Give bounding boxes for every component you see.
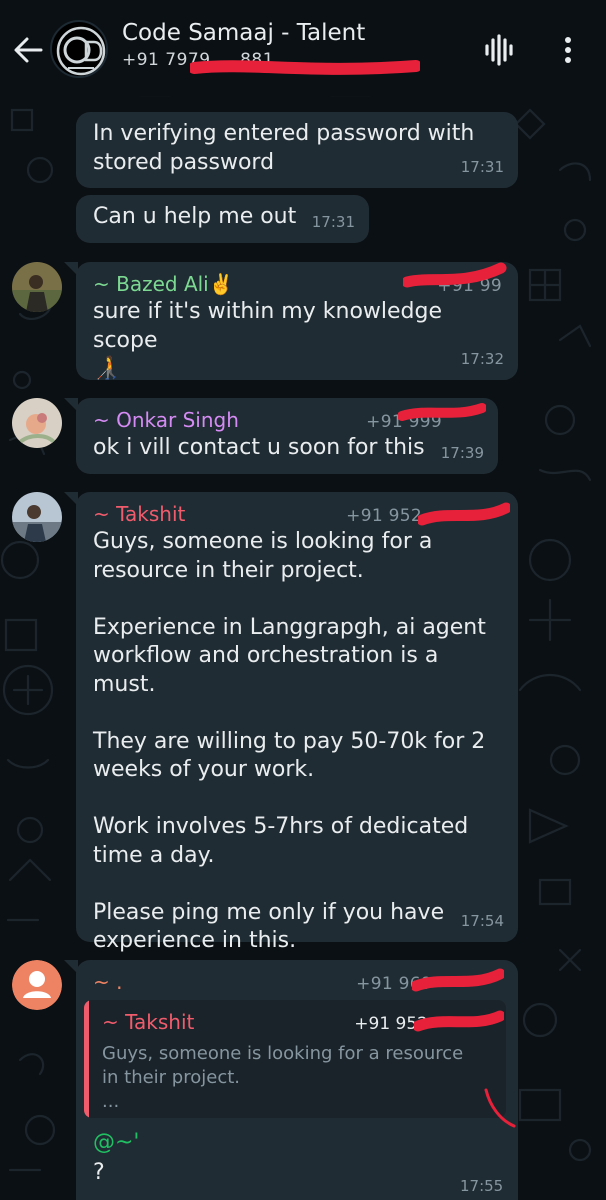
chat-header: Code Samaaj - Talent +91 7979 ... 881... <box>0 0 606 96</box>
quote-header: ~ Takshit +91 952 <box>102 1010 498 1034</box>
voice-chat-button[interactable] <box>481 32 517 68</box>
sender-name[interactable]: ~ Onkar Singh <box>93 406 239 435</box>
sender-avatar[interactable] <box>12 492 62 542</box>
quote-text: Guys, someone is looking for a resource … <box>102 1043 464 1112</box>
message-bubble[interactable]: In verifying entered password with store… <box>76 112 518 188</box>
chat-title: Code Samaaj - Talent <box>122 20 366 46</box>
sender-row: ~ Takshit +91 952 <box>93 500 502 528</box>
chat-screen: Code Samaaj - Talent +91 7979 ... 881...… <box>0 0 606 1200</box>
more-options-button[interactable] <box>552 32 584 68</box>
profile-photo <box>12 262 62 312</box>
mention-text[interactable]: @~' <box>93 1130 139 1155</box>
audio-wave-icon <box>485 34 513 66</box>
message-time: 17:31 <box>311 212 355 231</box>
code-samaaj-logo-icon <box>56 26 106 76</box>
sender-row: ~ Bazed Ali✌️ +91 99 <box>93 270 502 298</box>
message-bubble[interactable]: ~ Takshit +91 952 Guys, someone is looki… <box>76 492 518 953</box>
sender-phone: +91 99 <box>437 276 502 296</box>
message-text: ? <box>93 1160 105 1185</box>
quote-accent-bar <box>84 1000 89 1118</box>
more-vertical-icon <box>565 37 571 63</box>
message-time: 17:55 <box>460 1177 504 1195</box>
sender-row: ~ Onkar Singh +91 999 <box>93 406 482 434</box>
profile-photo <box>12 398 62 448</box>
quoted-message[interactable]: ~ Takshit +91 952 Guys, someone is looki… <box>84 1000 506 1118</box>
back-arrow-icon <box>14 37 43 63</box>
default-avatar-icon <box>12 960 62 1010</box>
message-text: In verifying entered password with store… <box>93 121 475 175</box>
sender-row: ~ . +91 969 <box>93 968 502 996</box>
message-bubble[interactable]: ~ Onkar Singh +91 999 ok i vill contact … <box>76 398 498 474</box>
message-time: 17:31 <box>460 157 504 176</box>
profile-photo <box>12 492 62 542</box>
message-bubble[interactable]: Can u help me out 17:31 <box>76 195 369 243</box>
message-bubble[interactable]: ~ Bazed Ali✌️ +91 99 sure if it's within… <box>76 262 518 381</box>
sender-avatar[interactable] <box>12 262 62 312</box>
sender-avatar[interactable] <box>12 960 62 1010</box>
sender-name[interactable]: ~ Takshit <box>93 500 185 529</box>
quote-sender: ~ Takshit <box>102 1010 195 1034</box>
message-text: Guys, someone is looking for a resource … <box>93 529 486 953</box>
sender-phone: +91 999 <box>366 412 442 432</box>
sender-avatar[interactable] <box>12 398 62 448</box>
chat-title-block[interactable]: Code Samaaj - Talent +91 7979 ... 881... <box>122 20 472 70</box>
sender-name[interactable]: ~ . <box>93 968 122 997</box>
sender-name[interactable]: ~ Bazed Ali✌️ <box>93 270 234 299</box>
sender-phone: +91 969 <box>356 974 432 994</box>
message-time: 17:39 <box>440 443 484 462</box>
message-text: ok i vill contact u soon for this <box>93 435 425 460</box>
quote-phone: +91 952 <box>354 1014 428 1034</box>
group-avatar[interactable] <box>50 20 108 78</box>
message-time: 17:54 <box>460 911 504 930</box>
message-time: 17:32 <box>460 349 504 368</box>
back-button[interactable] <box>10 32 46 68</box>
message-text: sure if it's within my knowledge scope 🧑… <box>93 299 443 381</box>
chat-participants: +91 7979 ... 881... <box>122 50 292 70</box>
sender-phone: +91 952 <box>346 506 422 526</box>
